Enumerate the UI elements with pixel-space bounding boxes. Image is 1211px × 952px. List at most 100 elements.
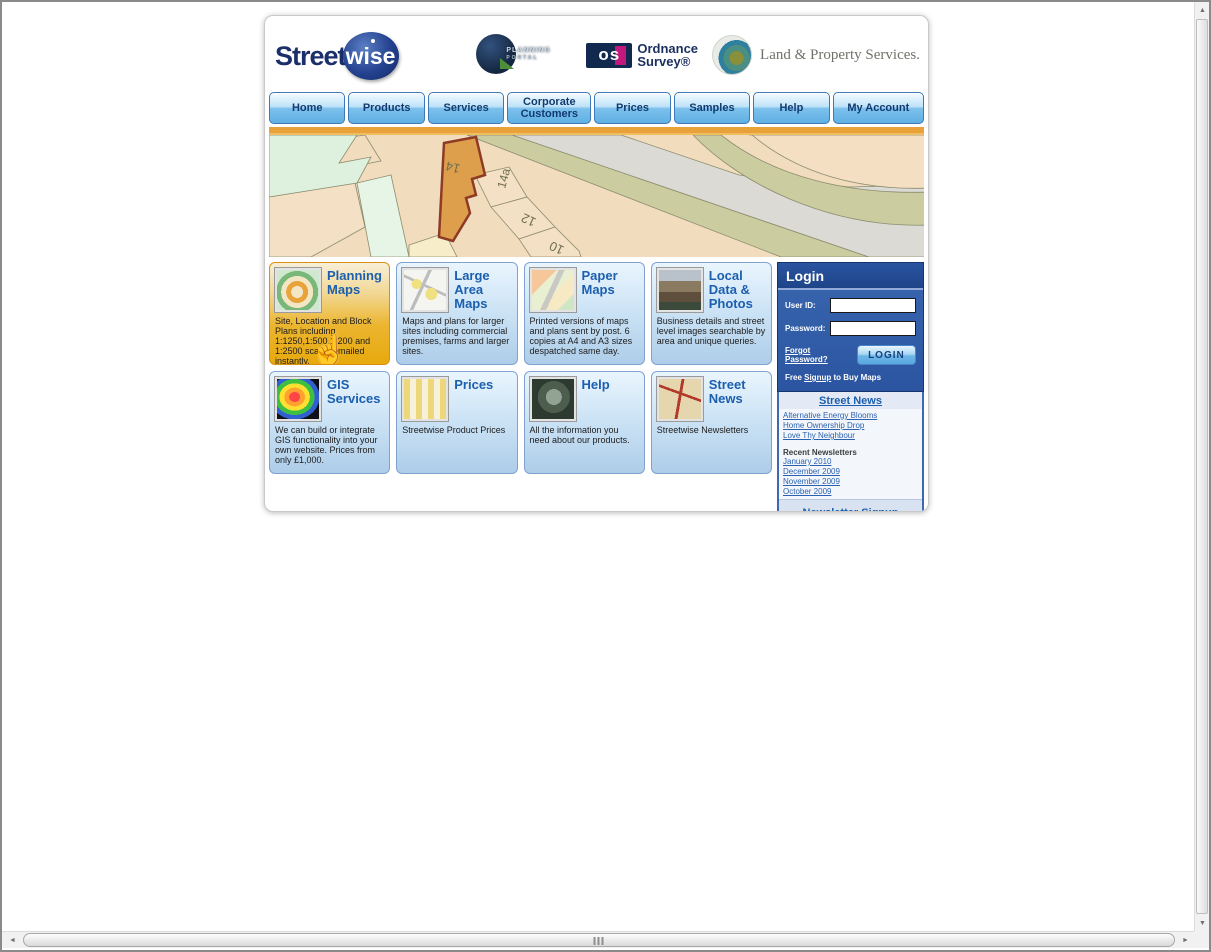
user-id-field[interactable]: [830, 298, 916, 313]
paper-maps-thumbnail: [530, 268, 576, 312]
card-description: Maps and plans for larger sites includin…: [402, 316, 511, 356]
large-area-maps-thumbnail: [402, 268, 448, 312]
card-header: Street News: [657, 377, 766, 421]
horizontal-scrollbar[interactable]: ◄ ►: [2, 931, 1194, 948]
card-title: Paper Maps: [582, 268, 639, 312]
planning-maps-thumbnail: [275, 268, 321, 312]
street-news-thumbnail: [657, 377, 703, 421]
gis-services-thumbnail: [275, 377, 321, 421]
newsletter-link-november-2009[interactable]: November 2009: [783, 477, 918, 487]
product-card-help[interactable]: Help All the information you need about o…: [524, 371, 645, 474]
lps-globe-icon: [712, 35, 752, 75]
lps-label: Land & Property Services.: [760, 47, 920, 64]
card-header: Help: [530, 377, 639, 421]
card-title: Help: [582, 377, 610, 421]
street-news-links: Alternative Energy BloomsHome Ownership …: [783, 411, 918, 441]
user-id-label: User ID:: [785, 301, 830, 310]
nav-button-prices[interactable]: Prices: [594, 92, 670, 124]
nav-button-services[interactable]: Services: [428, 92, 504, 124]
main-content: Planning MapsSite, Location and Block Pl…: [269, 262, 924, 512]
card-header: Paper Maps: [530, 268, 639, 312]
product-card-prices[interactable]: Prices Streetwise Product Prices: [396, 371, 517, 474]
logo-globe-icon: wise: [343, 32, 399, 80]
login-panel-title: Login: [778, 263, 923, 290]
product-card-gis-services[interactable]: GIS ServicesWe can build or integrate GI…: [269, 371, 390, 474]
password-label: Password:: [785, 324, 830, 333]
nav-button-home[interactable]: Home: [269, 92, 345, 124]
vertical-scrollbar[interactable]: ▲ ▼: [1194, 2, 1209, 931]
card-title: GIS Services: [327, 377, 384, 421]
card-description: Business details and street level images…: [657, 316, 766, 346]
product-card-planning-maps[interactable]: Planning MapsSite, Location and Block Pl…: [269, 262, 390, 365]
planning-portal-logo: PLANNING PORTAL: [476, 34, 572, 76]
product-card-local-data-photos[interactable]: Local Data & Photos Business details and …: [651, 262, 772, 365]
card-description: Streetwise Product Prices: [402, 425, 511, 435]
product-card-large-area-maps[interactable]: Large Area MapsMaps and plans for larger…: [396, 262, 517, 365]
newsletter-signup-link[interactable]: Newsletter Signup: [803, 507, 899, 512]
map-banner: 14 14a 12 10: [269, 135, 924, 257]
card-header: Prices: [402, 377, 511, 421]
product-grid: Planning MapsSite, Location and Block Pl…: [269, 262, 772, 512]
hand-cursor-icon: ☝: [310, 333, 347, 365]
scroll-right-icon[interactable]: ►: [1177, 932, 1194, 948]
forgot-password-link[interactable]: Forgot Password?: [785, 346, 850, 364]
scroll-grip-icon: [594, 937, 605, 945]
nav-button-samples[interactable]: Samples: [674, 92, 750, 124]
logo-text-wise: wise: [346, 43, 396, 70]
street-news-body: Alternative Energy BloomsHome Ownership …: [779, 409, 922, 499]
free-signup-line: Free Signup to Buy Maps: [785, 373, 916, 382]
vertical-scroll-thumb[interactable]: [1196, 19, 1208, 914]
card-description: Printed versions of maps and plans sent …: [530, 316, 639, 356]
card-title: Local Data & Photos: [709, 268, 766, 312]
nav-button-products[interactable]: Products: [348, 92, 424, 124]
card-title: Large Area Maps: [454, 268, 511, 312]
browser-window: Street wise PLANNING PORTAL os Ordnance: [0, 0, 1211, 952]
card-header: Local Data & Photos: [657, 268, 766, 312]
newsletter-signup-strip: Newsletter Signup: [779, 499, 922, 512]
card-description: All the information you need about our p…: [530, 425, 639, 445]
card-header: Large Area Maps: [402, 268, 511, 312]
product-card-paper-maps[interactable]: Paper MapsPrinted versions of maps and p…: [524, 262, 645, 365]
ordnance-survey-os-icon: os: [586, 43, 632, 68]
planning-portal-label: PLANNING PORTAL: [506, 47, 551, 61]
news-link-alternative-energy-blooms[interactable]: Alternative Energy Blooms: [783, 411, 918, 421]
scroll-left-icon[interactable]: ◄: [4, 932, 21, 948]
card-description: Streetwise Newsletters: [657, 425, 766, 435]
site-content-card: Street wise PLANNING PORTAL os Ordnance: [264, 15, 929, 512]
news-link-home-ownership-drop[interactable]: Home Ownership Drop: [783, 421, 918, 431]
right-column: Login User ID: Password: Forgot Password…: [777, 262, 924, 512]
nav-button-my-account[interactable]: My Account: [833, 92, 924, 124]
prices-thumbnail: [402, 377, 448, 421]
recent-newsletters-title: Recent Newsletters: [783, 448, 918, 457]
newsletter-link-december-2009[interactable]: December 2009: [783, 467, 918, 477]
signup-link[interactable]: Signup: [804, 373, 831, 382]
login-button[interactable]: LOGIN: [857, 345, 916, 365]
nav-button-help[interactable]: Help: [753, 92, 829, 124]
card-header: GIS Services: [275, 377, 384, 421]
orange-accent-bar: [269, 127, 924, 135]
ordnance-survey-label: Ordnance Survey®: [637, 42, 698, 68]
scroll-down-icon[interactable]: ▼: [1195, 915, 1210, 931]
street-news-panel: Street News Alternative Energy BloomsHom…: [777, 392, 924, 512]
local-data-photos-thumbnail: [657, 268, 703, 312]
card-header: Planning Maps: [275, 268, 384, 312]
card-description: We can build or integrate GIS functional…: [275, 425, 384, 465]
card-title: Prices: [454, 377, 493, 421]
site-header: Street wise PLANNING PORTAL os Ordnance: [267, 18, 926, 92]
street-news-title-link[interactable]: Street News: [779, 392, 922, 409]
newsletter-link-october-2009[interactable]: October 2009: [783, 487, 918, 497]
product-card-street-news[interactable]: Street News Streetwise Newsletters: [651, 371, 772, 474]
streetwise-logo[interactable]: Street wise: [275, 32, 399, 80]
login-panel: Login User ID: Password: Forgot Password…: [777, 262, 924, 392]
newsletter-link-january-2010[interactable]: January 2010: [783, 457, 918, 467]
help-thumbnail: [530, 377, 576, 421]
horizontal-scroll-thumb[interactable]: [23, 933, 1175, 947]
nav-button-corporate-customers[interactable]: Corporate Customers: [507, 92, 591, 124]
land-property-services-logo: Land & Property Services.: [712, 35, 920, 75]
scroll-up-icon[interactable]: ▲: [1195, 2, 1210, 18]
partner-logos: PLANNING PORTAL os Ordnance Survey® Land…: [476, 34, 920, 76]
scrollbar-corner: [1194, 931, 1209, 948]
news-link-love-thy-neighbour[interactable]: Love Thy Neighbour: [783, 431, 918, 441]
password-field[interactable]: [830, 321, 916, 336]
card-title: Street News: [709, 377, 766, 421]
